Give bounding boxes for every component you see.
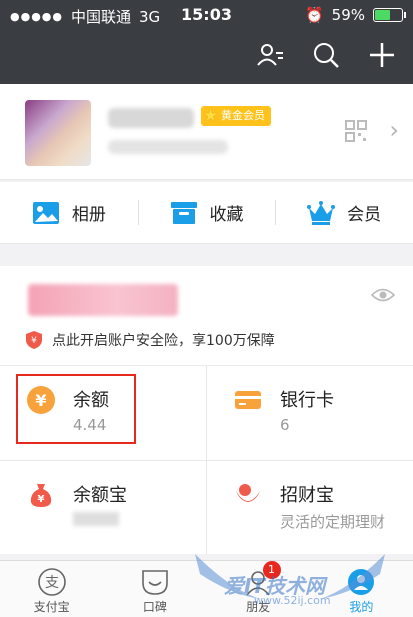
alipay-icon: 支 (37, 568, 66, 596)
status-bar: ●●●●● 中国联通 3G 15:03 ⏰ 59% (0, 0, 413, 30)
zhaocaibao-cell[interactable]: 招财宝 灵活的定期理财 (207, 461, 413, 555)
shortcut-favorites[interactable]: 收藏 (137, 182, 276, 243)
zhaocaibao-icon (236, 484, 260, 502)
gold-member-badge: ★ 黄金会员 (201, 106, 271, 126)
star-icon: ★ (203, 106, 219, 126)
photo-album-icon (32, 201, 59, 224)
blurred-account (108, 140, 228, 154)
svg-text:¥: ¥ (31, 336, 37, 346)
favorites-icon (170, 201, 197, 224)
alarm-icon: ⏰ (304, 6, 324, 24)
battery-icon (373, 8, 406, 22)
avatar[interactable] (25, 100, 91, 166)
zhaocaibao-subtitle: 灵活的定期理财 (280, 513, 386, 531)
bank-card-count: 6 (280, 416, 290, 434)
contacts-icon[interactable] (255, 40, 285, 70)
tab-koubei[interactable]: 口碑 (103, 561, 206, 617)
assets-card[interactable]: ¥ 点此开启账户安全险，享100万保障 (0, 266, 413, 366)
svg-text:支: 支 (45, 575, 59, 591)
qr-code-icon[interactable] (345, 120, 367, 142)
profile-card[interactable]: ★ 黄金会员 › (0, 84, 413, 180)
crown-icon (307, 200, 336, 225)
blurred-yuebao-value (73, 512, 119, 526)
bottom-tab-bar: 支 支付宝 口碑 1 朋友 我的 (0, 560, 413, 617)
app-header: ●●●●● 中国联通 3G 15:03 ⏰ 59% (0, 0, 413, 84)
finance-grid: ¥ 余额 4.44 银行卡 6 ¥ 余额宝 招财宝 灵活的定期理财 (0, 366, 413, 554)
blurred-total-assets (28, 284, 178, 316)
insurance-text: 点此开启账户安全险，享100万保障 (52, 333, 275, 349)
me-icon (348, 569, 375, 595)
yuebao-title: 余额宝 (73, 485, 127, 506)
shortcut-label: 相册 (71, 205, 106, 225)
shortcut-label: 收藏 (209, 205, 244, 225)
highlight-box (16, 374, 136, 444)
balance-cell[interactable]: ¥ 余额 4.44 (0, 366, 206, 460)
search-icon[interactable] (311, 40, 341, 70)
shortcut-member[interactable]: 会员 (275, 182, 413, 243)
zhaocaibao-title: 招财宝 (280, 485, 334, 506)
tab-label: 我的 (349, 600, 374, 614)
grid-divider-horizontal (0, 460, 413, 461)
chevron-right-icon[interactable]: › (389, 118, 399, 142)
yuebao-cell[interactable]: ¥ 余额宝 (0, 461, 206, 555)
shortcut-bar: 相册 收藏 会员 (0, 182, 413, 244)
shortcut-album[interactable]: 相册 (0, 182, 138, 243)
svg-text:¥: ¥ (38, 494, 45, 505)
add-icon[interactable] (367, 40, 397, 70)
tab-label: 朋友 (246, 600, 271, 614)
tab-me[interactable]: 我的 (310, 561, 413, 617)
money-bag-icon: ¥ (30, 484, 52, 507)
bank-card-title: 银行卡 (280, 390, 334, 411)
shortcut-label: 会员 (347, 205, 382, 225)
bank-card-cell[interactable]: 银行卡 6 (207, 366, 413, 460)
notification-badge: 1 (262, 561, 281, 579)
insurance-promo[interactable]: ¥ 点此开启账户安全险，享100万保障 (26, 330, 275, 350)
bank-card-icon (235, 391, 261, 409)
blurred-username (108, 108, 194, 128)
shield-icon: ¥ (26, 331, 42, 349)
battery-percent: 59% (331, 6, 365, 24)
eye-icon[interactable] (371, 286, 395, 304)
koubei-icon (142, 570, 168, 595)
tab-alipay[interactable]: 支 支付宝 (0, 561, 103, 617)
tab-label: 口碑 (142, 600, 167, 614)
tab-friends[interactable]: 1 朋友 (207, 561, 310, 617)
tab-label: 支付宝 (33, 600, 70, 614)
